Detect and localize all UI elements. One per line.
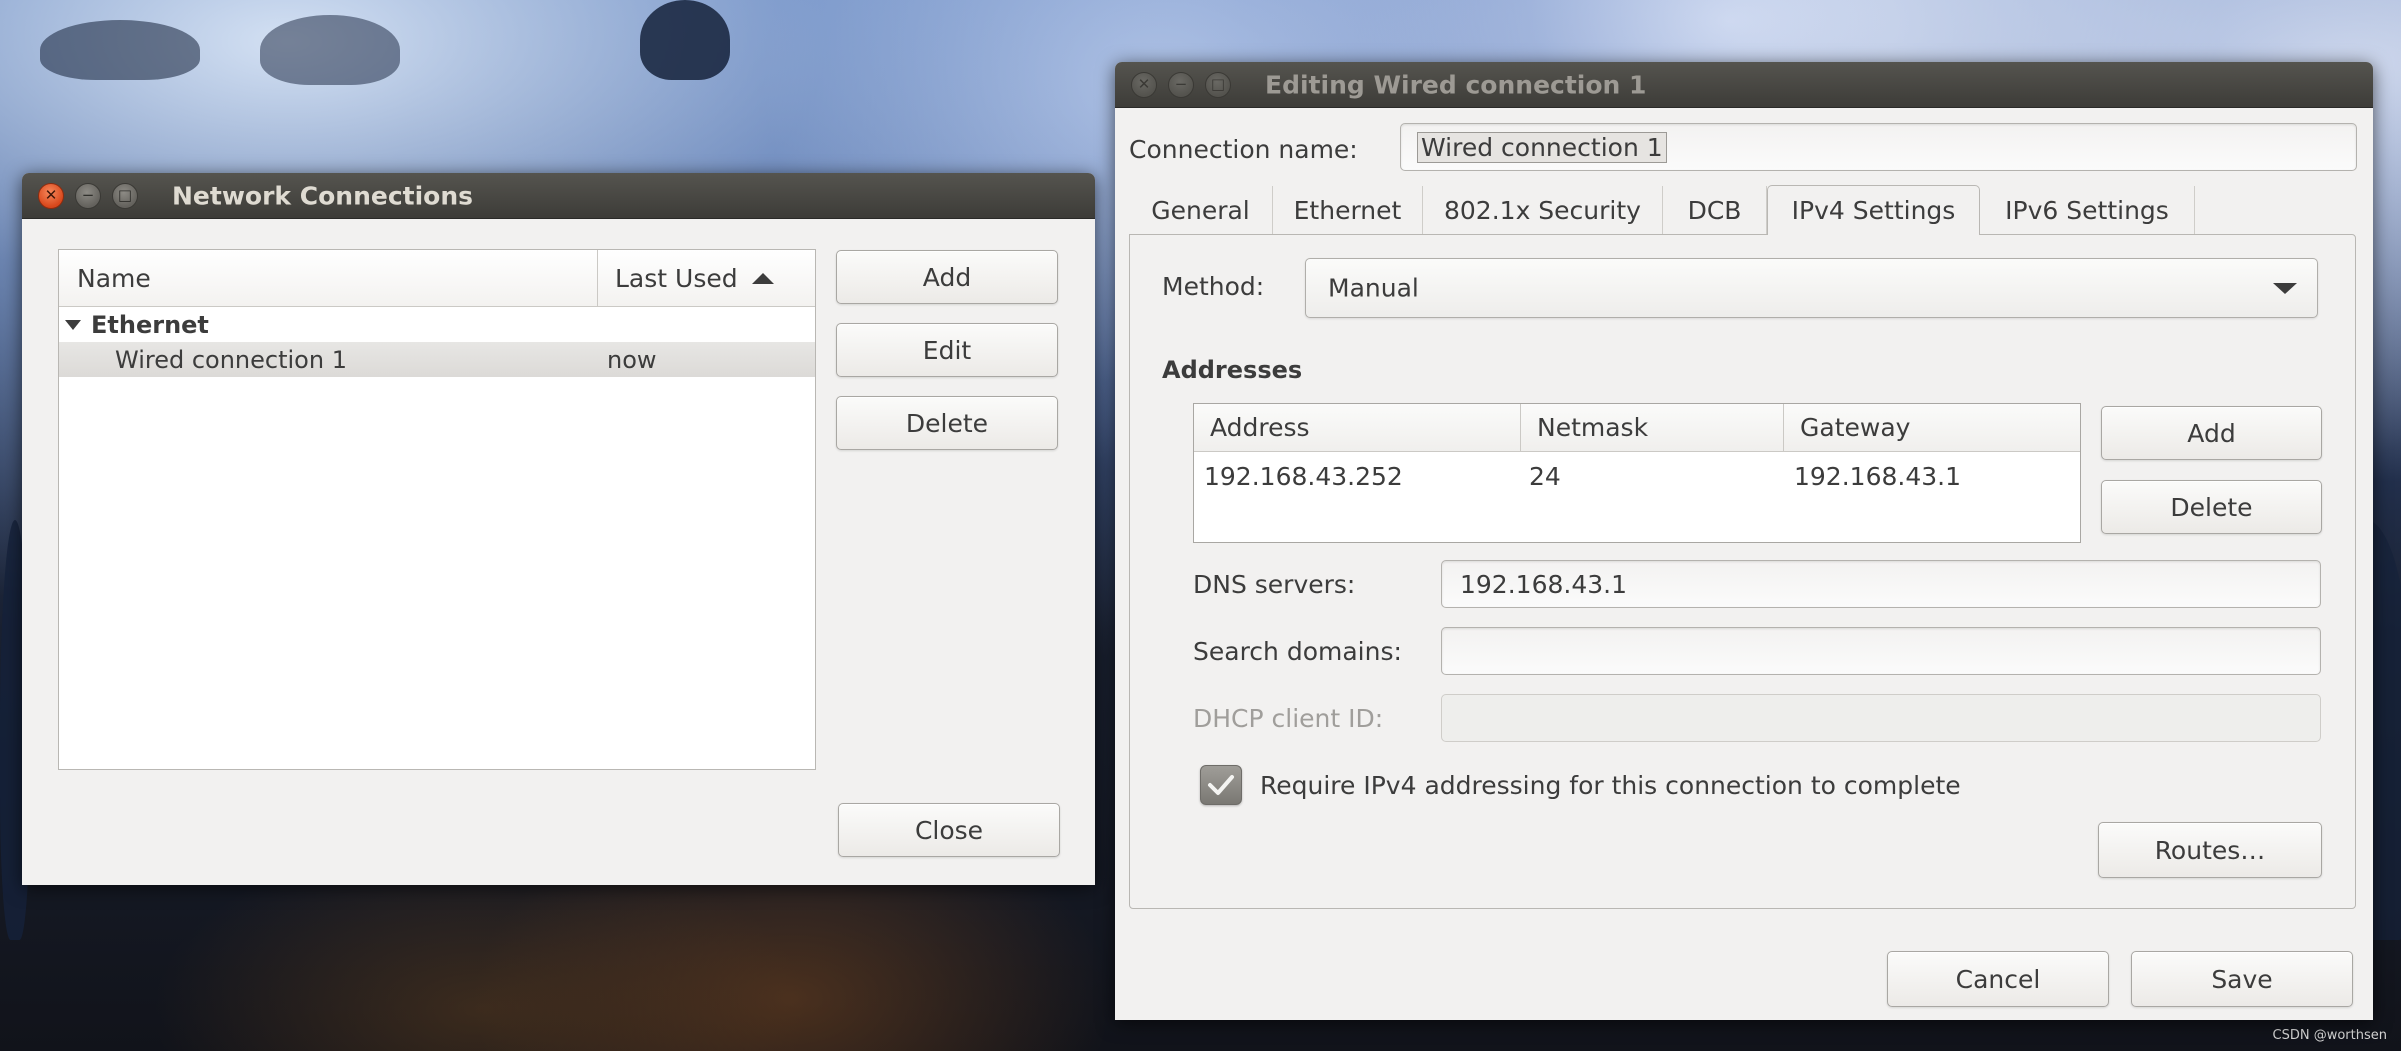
wallpaper-credit: CSDN @worthsen (2272, 1028, 2387, 1043)
connection-name: Wired connection 1 (115, 345, 347, 374)
connection-name-value: Wired connection 1 (1417, 131, 1667, 163)
list-item[interactable]: Wired connection 1 now (59, 342, 815, 377)
expander-expanded-icon[interactable] (65, 319, 81, 330)
require-ipv4-label[interactable]: Require IPv4 addressing for this connect… (1260, 766, 1961, 806)
minimize-icon[interactable]: − (75, 182, 101, 209)
column-header-last-used[interactable]: Last Used (615, 250, 774, 306)
titlebar[interactable]: ✕ − □ Editing Wired connection 1 (1115, 62, 2373, 108)
address-cell[interactable]: 192.168.43.252 (1204, 456, 1403, 496)
wallpaper-tree (260, 15, 400, 85)
ipv4-settings-panel: Method: Manual Addresses Address Netmask… (1129, 234, 2356, 909)
chevron-down-icon (2273, 283, 2297, 294)
routes-button[interactable]: Routes… (2098, 822, 2322, 878)
connection-name-field[interactable]: Wired connection 1 (1400, 123, 2357, 171)
dns-servers-label: DNS servers: (1193, 570, 1356, 599)
column-header-last-used-label: Last Used (615, 263, 738, 293)
add-button[interactable]: Add (836, 250, 1058, 304)
method-dropdown[interactable]: Manual (1305, 258, 2318, 318)
dhcp-client-id-field (1441, 694, 2321, 742)
method-value: Manual (1328, 273, 1419, 303)
column-header-netmask[interactable]: Netmask (1521, 404, 1784, 452)
connection-name-label: Connection name: (1129, 135, 1358, 164)
titlebar[interactable]: ✕ − □ Network Connections (22, 173, 1095, 219)
dns-servers-field[interactable]: 192.168.43.1 (1441, 560, 2321, 608)
close-icon[interactable]: ✕ (38, 182, 64, 209)
column-divider (597, 250, 598, 306)
require-ipv4-checkbox[interactable] (1200, 765, 1242, 805)
addresses-table[interactable]: Address Netmask Gateway 192.168.43.252 2… (1193, 403, 2081, 543)
tab-ipv4-settings[interactable]: IPv4 Settings (1767, 185, 1980, 235)
column-header-name[interactable]: Name (77, 250, 637, 306)
delete-address-button[interactable]: Delete (2101, 480, 2322, 534)
sort-ascending-icon (751, 272, 774, 284)
method-label: Method: (1162, 272, 1265, 301)
column-header-address[interactable]: Address (1194, 404, 1521, 452)
save-button[interactable]: Save (2131, 951, 2353, 1007)
cancel-button[interactable]: Cancel (1887, 951, 2109, 1007)
editing-connection-window: ✕ − □ Editing Wired connection 1 Connect… (1115, 62, 2373, 1020)
column-header-gateway[interactable]: Gateway (1784, 404, 2080, 452)
list-header: Name Last Used (59, 250, 815, 307)
close-button[interactable]: Close (838, 803, 1060, 857)
tab-ethernet[interactable]: Ethernet (1273, 186, 1423, 234)
gateway-cell[interactable]: 192.168.43.1 (1794, 456, 1961, 496)
network-connections-window: ✕ − □ Network Connections Name Last Used… (22, 173, 1095, 885)
netmask-cell[interactable]: 24 (1529, 456, 1561, 496)
window-title: Network Connections (172, 181, 474, 210)
tab-ipv6-settings[interactable]: IPv6 Settings (1980, 186, 2195, 234)
addresses-heading: Addresses (1162, 356, 1303, 384)
search-domains-label: Search domains: (1193, 637, 1402, 666)
connections-list[interactable]: Name Last Used Ethernet Wired connection… (58, 249, 816, 770)
group-label: Ethernet (91, 310, 209, 339)
column-header-name-label: Name (77, 263, 151, 293)
add-address-button[interactable]: Add (2101, 406, 2322, 460)
close-icon[interactable]: ✕ (1131, 71, 1157, 98)
tree-group-ethernet[interactable]: Ethernet (59, 307, 815, 342)
tab-802-1x-security[interactable]: 802.1x Security (1423, 186, 1663, 234)
dns-servers-value: 192.168.43.1 (1460, 569, 1627, 599)
maximize-icon[interactable]: □ (112, 182, 138, 209)
wallpaper-tree (40, 20, 200, 80)
checkmark-icon (1208, 775, 1234, 795)
wallpaper-tree (640, 0, 730, 80)
dhcp-client-id-label: DHCP client ID: (1193, 704, 1384, 733)
maximize-icon[interactable]: □ (1205, 71, 1231, 98)
search-domains-field[interactable] (1441, 627, 2321, 675)
edit-button[interactable]: Edit (836, 323, 1058, 377)
window-title: Editing Wired connection 1 (1265, 70, 1647, 99)
delete-button[interactable]: Delete (836, 396, 1058, 450)
connection-last-used: now (607, 345, 657, 374)
minimize-icon[interactable]: − (1168, 71, 1194, 98)
tab-general[interactable]: General (1129, 186, 1273, 234)
tab-dcb[interactable]: DCB (1663, 186, 1767, 234)
